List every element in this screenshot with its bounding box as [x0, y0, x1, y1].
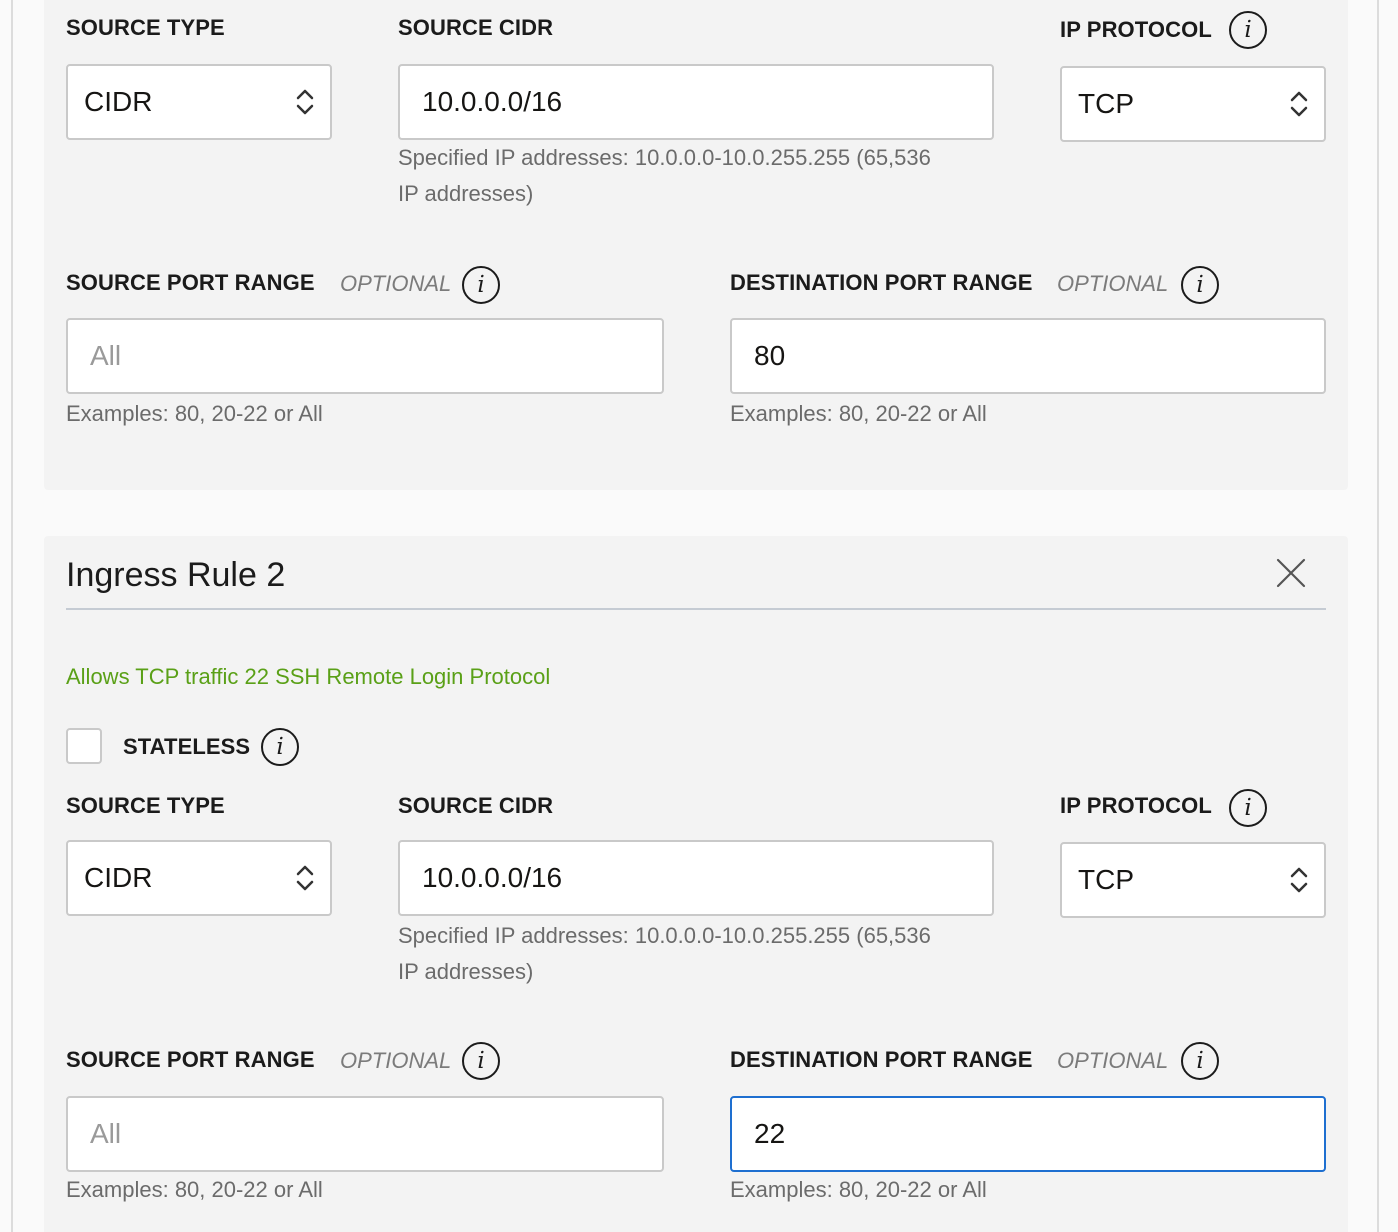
ip-protocol-value: TCP	[1078, 88, 1134, 119]
stateless-info-icon[interactable]: i	[261, 728, 299, 766]
ip-protocol-label: IP PROTOCOL	[1060, 793, 1212, 818]
frame-border-left	[11, 0, 13, 1232]
source-cidr-help: Specified IP addresses: 10.0.0.0-10.0.25…	[398, 918, 931, 990]
source-type-label: SOURCE TYPE	[66, 793, 225, 818]
rule-title: Ingress Rule 2	[66, 556, 286, 594]
ip-protocol-info-icon[interactable]: i	[1229, 11, 1267, 49]
ip-protocol-label: IP PROTOCOL	[1060, 17, 1212, 42]
ingress-rule-2-panel: Ingress Rule 2 Allows TCP traffic 22 SSH…	[44, 536, 1348, 1232]
ip-protocol-info-icon[interactable]: i	[1229, 789, 1267, 827]
ip-protocol-value: TCP	[1078, 864, 1134, 895]
rule-title-divider	[66, 608, 1326, 610]
source-port-range-label: SOURCE PORT RANGE	[66, 270, 315, 295]
destination-port-range-label: DESTINATION PORT RANGE	[730, 270, 1033, 295]
destination-port-range-info-icon[interactable]: i	[1181, 1042, 1219, 1080]
chevron-up-down-icon	[296, 89, 314, 115]
stateless-checkbox[interactable]	[66, 728, 102, 764]
source-cidr-input[interactable]: 10.0.0.0/16	[398, 64, 994, 140]
source-cidr-value: 10.0.0.0/16	[422, 86, 563, 117]
source-cidr-help-line1: Specified IP addresses: 10.0.0.0-10.0.25…	[398, 923, 931, 948]
source-type-select[interactable]: CIDR	[66, 64, 332, 140]
source-port-range-info-icon[interactable]: i	[462, 266, 500, 304]
source-port-range-input[interactable]: All	[66, 1096, 664, 1172]
destination-port-range-input[interactable]: 80	[730, 318, 1326, 394]
source-cidr-help-line2: IP addresses)	[398, 181, 534, 206]
source-cidr-label: SOURCE CIDR	[398, 15, 554, 40]
destination-port-range-input[interactable]: 22	[730, 1096, 1326, 1172]
chevron-up-down-icon	[1290, 867, 1308, 893]
source-port-range-label: SOURCE PORT RANGE	[66, 1047, 315, 1072]
destination-port-range-value: 22	[754, 1118, 786, 1149]
source-port-range-help: Examples: 80, 20-22 or All	[66, 401, 323, 426]
source-cidr-help-line2: IP addresses)	[398, 959, 534, 984]
source-port-range-help: Examples: 80, 20-22 or All	[66, 1177, 323, 1202]
source-cidr-label: SOURCE CIDR	[398, 793, 554, 818]
source-port-range-optional: OPTIONAL	[340, 271, 452, 296]
destination-port-range-help: Examples: 80, 20-22 or All	[730, 401, 987, 426]
rule-description: Allows TCP traffic 22 SSH Remote Login P…	[66, 664, 551, 689]
chevron-up-down-icon	[1290, 91, 1308, 117]
close-icon[interactable]	[1274, 556, 1308, 590]
ip-protocol-select[interactable]: TCP	[1060, 842, 1326, 918]
chevron-up-down-icon	[296, 865, 314, 891]
source-cidr-help: Specified IP addresses: 10.0.0.0-10.0.25…	[398, 140, 931, 212]
source-port-range-info-icon[interactable]: i	[462, 1042, 500, 1080]
stateless-label: STATELESS	[123, 734, 251, 759]
source-port-range-placeholder: All	[90, 1118, 122, 1149]
destination-port-range-optional: OPTIONAL	[1057, 271, 1169, 296]
source-cidr-value: 10.0.0.0/16	[422, 862, 563, 893]
destination-port-range-optional: OPTIONAL	[1057, 1048, 1169, 1073]
source-port-range-input[interactable]: All	[66, 318, 664, 394]
frame-border-right	[1377, 0, 1379, 1232]
source-port-range-optional: OPTIONAL	[340, 1048, 452, 1073]
source-type-value: CIDR	[84, 862, 153, 893]
destination-port-range-help: Examples: 80, 20-22 or All	[730, 1177, 987, 1202]
destination-port-range-value: 80	[754, 340, 786, 371]
source-type-label: SOURCE TYPE	[66, 15, 225, 40]
ip-protocol-select[interactable]: TCP	[1060, 66, 1326, 142]
source-cidr-input[interactable]: 10.0.0.0/16	[398, 840, 994, 916]
source-type-select[interactable]: CIDR	[66, 840, 332, 916]
destination-port-range-label: DESTINATION PORT RANGE	[730, 1047, 1033, 1072]
ingress-rule-1-panel: SOURCE TYPE CIDR SOURCE CIDR 10.0.0.0/16…	[44, 0, 1348, 490]
source-type-value: CIDR	[84, 86, 153, 117]
source-port-range-placeholder: All	[90, 340, 122, 371]
destination-port-range-info-icon[interactable]: i	[1181, 266, 1219, 304]
source-cidr-help-line1: Specified IP addresses: 10.0.0.0-10.0.25…	[398, 145, 931, 170]
